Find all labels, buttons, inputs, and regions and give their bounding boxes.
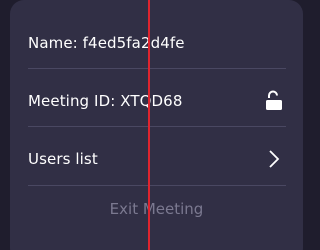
divider bbox=[28, 185, 286, 186]
vertical-guide-line bbox=[148, 0, 150, 250]
name-row: Name: f4ed5fa2d4fe bbox=[28, 14, 288, 72]
exit-meeting-button[interactable]: Exit Meeting bbox=[0, 200, 313, 218]
chevron-right-icon bbox=[262, 147, 286, 171]
meeting-id-row[interactable]: Meeting ID: XTQD68 bbox=[28, 72, 288, 130]
name-label: Name: f4ed5fa2d4fe bbox=[28, 34, 185, 52]
meeting-id-label: Meeting ID: XTQD68 bbox=[28, 92, 183, 110]
unlock-icon[interactable] bbox=[262, 89, 286, 113]
meeting-menu-screen: Name: f4ed5fa2d4fe Meeting ID: XTQD68 Us… bbox=[0, 0, 313, 250]
users-list-row[interactable]: Users list bbox=[28, 130, 288, 188]
divider bbox=[28, 126, 286, 127]
divider bbox=[28, 68, 286, 69]
users-list-label: Users list bbox=[28, 150, 98, 168]
